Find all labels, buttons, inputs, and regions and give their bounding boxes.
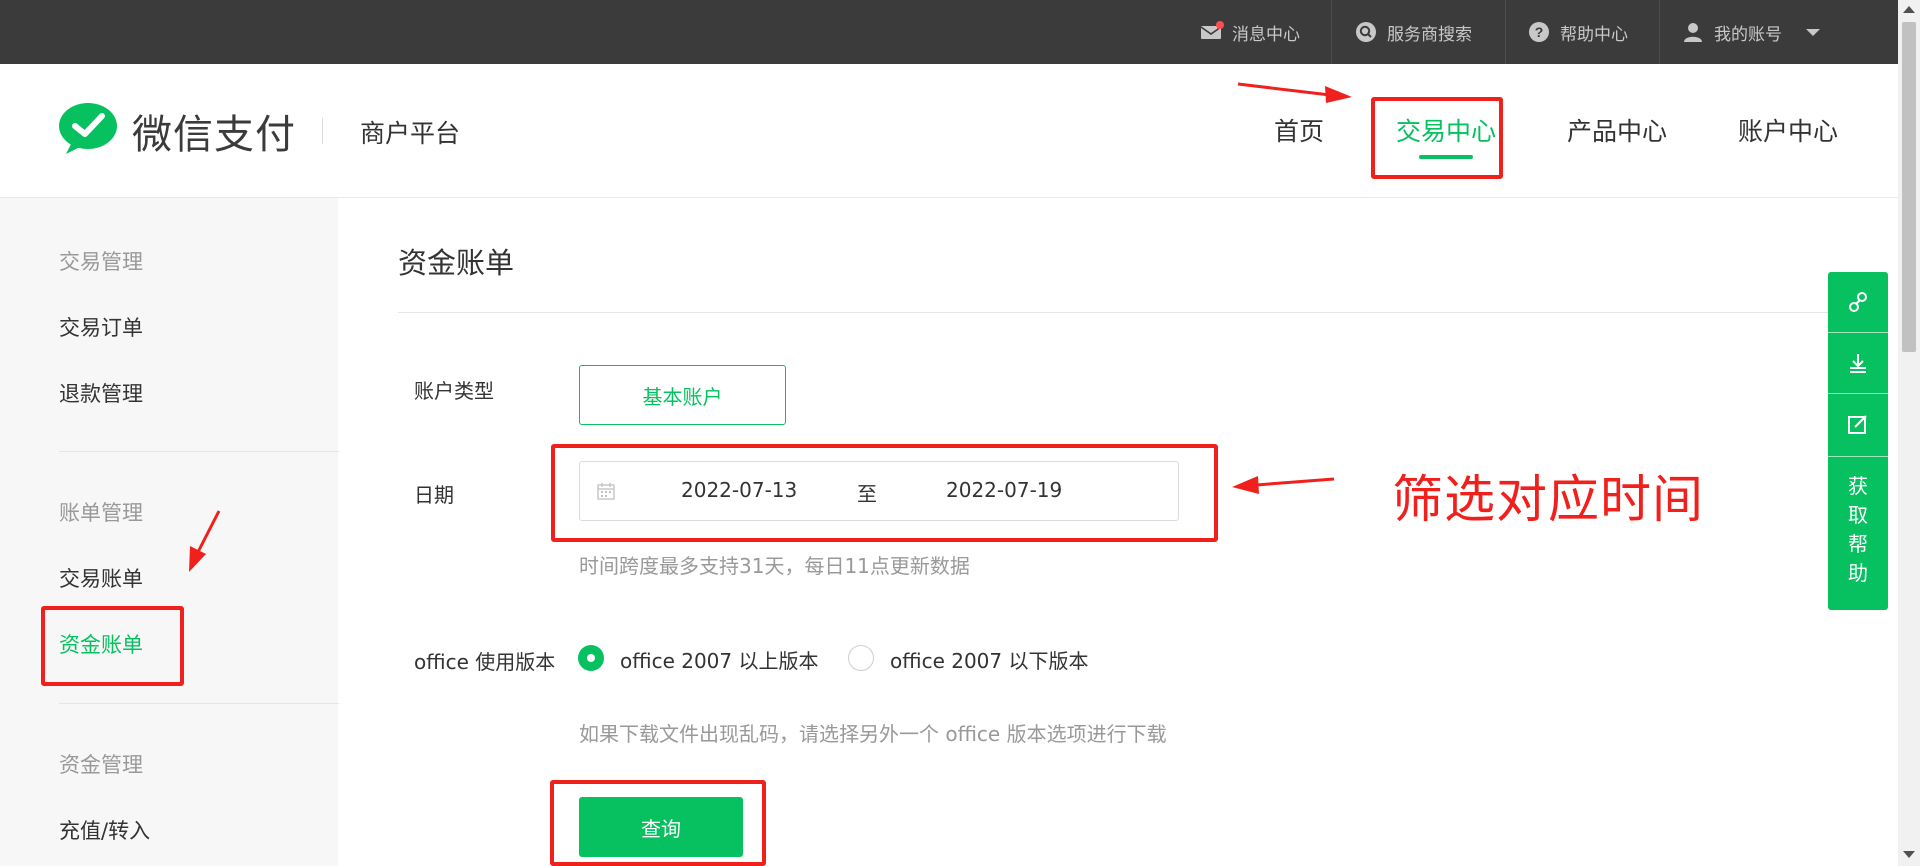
office-below-2007-label[interactable]: office 2007 以下版本 (890, 645, 1089, 674)
sidebar-divider (59, 451, 339, 452)
wechat-pay-logo[interactable]: 微信支付 (58, 102, 296, 160)
message-center-link[interactable]: 消息中心 (1200, 0, 1300, 64)
download-icon (1850, 354, 1866, 373)
download-button[interactable] (1828, 333, 1888, 393)
sidebar-item-trade-orders[interactable]: 交易订单 (59, 312, 143, 342)
sidebar: 交易管理 交易订单 退款管理 账单管理 交易账单 资金账单 资金管理 充值/转入 (0, 198, 339, 866)
sidebar-group-funds: 资金管理 (59, 753, 143, 777)
sidebar-item-trade-bill[interactable]: 交易账单 (59, 563, 143, 593)
sidebar-group-trade: 交易管理 (59, 250, 143, 274)
logo-text: 微信支付 (132, 112, 296, 158)
search-icon (1355, 21, 1377, 43)
scroll-up-arrow[interactable] (1903, 6, 1915, 13)
title-divider (398, 312, 1838, 313)
help-char: 取 (1848, 503, 1868, 527)
page-title: 资金账单 (398, 246, 515, 280)
arrow-to-date (1232, 476, 1335, 494)
annotation-text: 筛选对应时间 (1392, 471, 1705, 530)
platform-name: 商户平台 (360, 119, 461, 148)
help-icon: ? (1528, 21, 1550, 43)
edit-button[interactable] (1828, 394, 1888, 456)
nav-home[interactable]: 首页 (1274, 112, 1324, 148)
topbar-divider (1659, 0, 1660, 64)
chevron-down-icon (1806, 28, 1820, 36)
date-hint: 时间跨度最多支持31天，每日11点更新数据 (579, 554, 970, 578)
help-char: 帮 (1848, 532, 1868, 556)
help-char: 助 (1848, 561, 1868, 585)
annotation-box-sidebar (41, 606, 184, 686)
office-below-2007-radio[interactable] (848, 645, 874, 671)
get-help-button[interactable]: 获 取 帮 助 (1828, 472, 1888, 588)
annotation-box-date (551, 444, 1218, 542)
wechat-pay-logo-icon (58, 102, 118, 160)
svg-text:?: ? (1535, 24, 1544, 40)
scrollbar-thumb[interactable] (1902, 22, 1916, 352)
office-version-label: office 使用版本 (414, 650, 556, 674)
office-above-2007-radio[interactable] (578, 645, 604, 671)
account-type-button[interactable]: 基本账户 (579, 365, 786, 425)
scroll-down-arrow[interactable] (1903, 851, 1915, 858)
logo-divider (322, 118, 323, 144)
sidebar-group-bills: 账单管理 (59, 501, 143, 525)
topbar-divider (1505, 0, 1506, 64)
mail-icon (1200, 21, 1224, 43)
sidebar-divider (59, 703, 339, 704)
date-label: 日期 (414, 483, 454, 507)
account-type-label: 账户类型 (414, 379, 494, 403)
floating-divider (1828, 456, 1888, 457)
office-above-2007-label[interactable]: office 2007 以上版本 (620, 645, 819, 674)
message-center-label: 消息中心 (1232, 24, 1300, 45)
user-icon (1682, 21, 1704, 43)
sidebar-item-recharge[interactable]: 充值/转入 (59, 815, 150, 845)
link-icon (1849, 292, 1867, 312)
annotation-box-nav (1371, 97, 1503, 179)
edit-icon (1848, 415, 1867, 434)
nav-account-center[interactable]: 账户中心 (1738, 112, 1838, 148)
header: 微信支付 商户平台 首页 交易中心 产品中心 账户中心 (0, 64, 1898, 198)
help-center-label: 帮助中心 (1560, 24, 1628, 45)
office-hint: 如果下载文件出现乱码，请选择另外一个 office 版本选项进行下载 (579, 722, 1167, 746)
topbar-divider (1331, 0, 1332, 64)
unread-dot (1216, 21, 1224, 29)
help-center-link[interactable]: ? 帮助中心 (1528, 0, 1628, 64)
provider-search-label: 服务商搜索 (1387, 24, 1472, 45)
sidebar-item-refunds[interactable]: 退款管理 (59, 378, 143, 408)
my-account-label: 我的账号 (1714, 24, 1782, 45)
my-account-menu[interactable]: 我的账号 (1682, 0, 1820, 64)
link-button[interactable] (1828, 272, 1888, 332)
help-char: 获 (1848, 474, 1868, 498)
floating-toolbar: 获 取 帮 助 (1828, 272, 1888, 610)
annotation-box-query (550, 780, 766, 866)
nav-product-center[interactable]: 产品中心 (1567, 112, 1667, 148)
top-bar: 消息中心 服务商搜索 ? 帮助中心 我的账号 (0, 0, 1898, 64)
provider-search-link[interactable]: 服务商搜索 (1355, 0, 1472, 64)
